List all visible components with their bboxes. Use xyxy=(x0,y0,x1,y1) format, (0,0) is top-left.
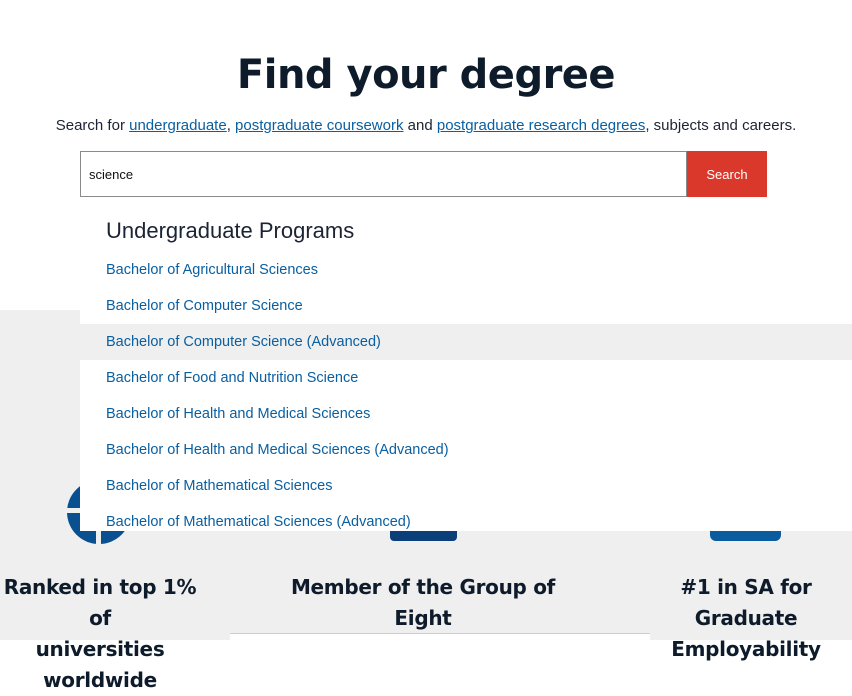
postgraduate-coursework-link[interactable]: postgraduate coursework xyxy=(235,117,403,134)
undergraduate-link[interactable]: undergraduate xyxy=(129,117,227,134)
suggestions-heading: Undergraduate Programs xyxy=(106,218,355,243)
postgraduate-research-link[interactable]: postgraduate research degrees xyxy=(437,117,645,134)
suggestion-item-highlighted[interactable]: Bachelor of Computer Science (Advanced) xyxy=(80,324,852,360)
search-intro: Search for undergraduate, postgraduate c… xyxy=(0,117,852,134)
search-suggestions-dropdown: Undergraduate Programs Bachelor of Agric… xyxy=(80,198,852,531)
stat-employability-line1: #1 in SA for Graduate xyxy=(680,575,812,630)
search-input[interactable] xyxy=(80,151,687,197)
suggestion-item[interactable]: Bachelor of Mathematical Sciences xyxy=(80,468,852,504)
intro-sep2: and xyxy=(403,117,437,134)
stat-employability: #1 in SA for Graduate Employability xyxy=(640,572,852,665)
suggestion-item[interactable]: Bachelor of Mathematical Sciences (Advan… xyxy=(80,504,852,540)
search-button[interactable]: Search xyxy=(687,151,767,197)
stat-ranking-line2: universities worldwide xyxy=(35,637,165,692)
suggestion-item[interactable]: Bachelor of Health and Medical Sciences xyxy=(80,396,852,432)
page-title: Find your degree xyxy=(236,52,616,98)
suggestion-item[interactable]: Bachelor of Health and Medical Sciences … xyxy=(80,432,852,468)
stat-ranking: Ranked in top 1% of universities worldwi… xyxy=(0,572,200,696)
suggestion-item[interactable]: Bachelor of Computer Science xyxy=(80,288,852,324)
suggestion-item[interactable]: Bachelor of Agricultural Sciences xyxy=(80,252,852,288)
suggestions-list: Bachelor of Agricultural Sciences Bachel… xyxy=(80,252,852,540)
stat-ranking-line1: Ranked in top 1% of xyxy=(3,575,197,630)
degree-search: Search xyxy=(80,151,767,197)
stat-employability-line2: Employability xyxy=(671,637,821,661)
intro-prefix: Search for xyxy=(55,117,130,134)
suggestion-item[interactable]: Bachelor of Food and Nutrition Science xyxy=(80,360,852,396)
intro-sep1: , xyxy=(226,117,236,134)
stat-group-of-eight: Member of the Group of Eight xyxy=(290,575,556,630)
intro-suffix: , subjects and careers. xyxy=(645,117,797,134)
